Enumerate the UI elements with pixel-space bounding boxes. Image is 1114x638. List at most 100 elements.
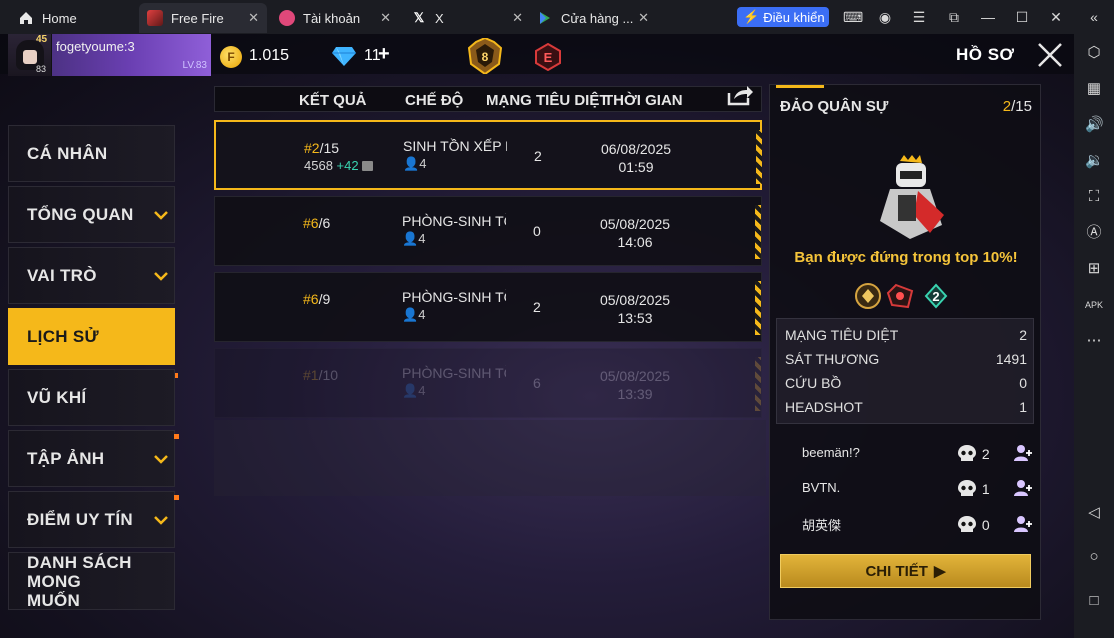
match-kills: 0 <box>533 223 541 239</box>
diamond-icon <box>332 47 356 66</box>
close-tab-icon[interactable]: ✕ <box>512 10 523 26</box>
volume-down-icon[interactable]: 🔉 <box>1085 152 1104 170</box>
add-screen-icon[interactable]: ⊞ <box>1085 260 1103 278</box>
home-nav-icon[interactable]: ○ <box>1085 548 1103 566</box>
details-label: CHI TIẾT <box>865 562 928 580</box>
play-store-icon <box>537 10 553 26</box>
match-rank: #6/6 <box>303 215 331 231</box>
table-header: KẾT QUẢ CHẾ ĐỘ MẠNG TIÊU DIỆT THỜI GIAN <box>214 86 762 112</box>
add-friend-icon[interactable] <box>1012 479 1032 497</box>
close-tab-icon[interactable]: ✕ <box>380 10 391 26</box>
row-stripe <box>756 130 762 184</box>
notification-dot <box>174 434 179 439</box>
row-stripe <box>755 357 761 411</box>
settings-icon[interactable]: ⬡ <box>1085 44 1103 62</box>
game-screen: 45 83 fogetyoume:3 LV.83 F 1.015 11 + 8 … <box>0 34 1074 638</box>
close-tab-icon[interactable]: ✕ <box>248 10 259 26</box>
auto-icon[interactable]: Ⓐ <box>1085 224 1103 242</box>
table-row[interactable]: #6/6 PHÒNG-SINH TỒN 👤4 0 05/08/202514:06 <box>214 196 762 266</box>
player-card[interactable]: 45 83 fogetyoume:3 LV.83 <box>8 34 211 76</box>
tab-home[interactable]: Home <box>10 3 130 33</box>
table-row[interactable]: #6/9 PHÒNG-SINH TỒN 👤4 2 05/08/202513:53 <box>214 272 762 342</box>
apk-icon[interactable]: APK <box>1085 296 1103 314</box>
gold-coin-icon: F <box>220 46 242 68</box>
maximize-icon[interactable]: ☐ <box>1014 9 1030 25</box>
stat-headshots: HEADSHOT 1 <box>785 399 1027 415</box>
close-window-icon[interactable]: ✕ <box>1048 9 1064 25</box>
add-friend-icon[interactable] <box>1012 444 1032 462</box>
menu-item-wishlist[interactable]: DANH SÁCH MONG MUỐN <box>8 552 175 610</box>
close-icon[interactable] <box>1036 41 1064 69</box>
stat-revives: CỨU BỒ 0 <box>785 375 1027 391</box>
tab-x[interactable]: 𝕏 X ✕ <box>403 3 531 33</box>
keyboard-icon[interactable]: ▦ <box>1085 80 1103 98</box>
teammate-kills: 1 <box>956 479 992 499</box>
column-kills: MẠNG TIÊU DIỆT <box>486 92 609 109</box>
screenshot-icon[interactable]: ⛶ <box>1085 188 1103 206</box>
recents-icon[interactable]: □ <box>1085 592 1103 610</box>
player-level: LV.83 <box>182 60 207 71</box>
menu-icon[interactable]: ☰ <box>911 9 927 25</box>
add-friend-icon[interactable] <box>1012 515 1032 533</box>
match-time: 06/08/2025 01:59 <box>600 141 672 175</box>
match-mode: PHÒNG-SINH TỒN <box>402 289 506 305</box>
rank-score: 4568 +42 <box>304 158 374 173</box>
player-name: fogetyoume:3 <box>56 39 135 54</box>
minimize-icon[interactable]: — <box>980 9 996 25</box>
teammate-kills: 0 <box>956 515 992 535</box>
map-name: ĐẢO QUÂN SỰ <box>780 98 889 115</box>
tab-account[interactable]: Tài khoản ✕ <box>271 3 399 33</box>
menu-label: CÁ NHÂN <box>27 143 108 163</box>
match-mode: SINH TỒN XẾP HẠNG <box>403 138 507 154</box>
volume-up-icon[interactable]: 🔊 <box>1085 116 1104 134</box>
details-button[interactable]: CHI TIẾT ▶ <box>780 554 1031 588</box>
match-rank: #6/9 <box>303 291 331 307</box>
menu-item-overview[interactable]: TỔNG QUAN <box>8 186 175 243</box>
tab-label: Home <box>42 10 77 26</box>
account-icon <box>279 10 295 26</box>
detail-rank: 2/15 <box>1002 98 1032 115</box>
tab-play-store[interactable]: Cửa hàng ... ✕ <box>529 3 657 33</box>
page-title: HỒ SƠ <box>956 45 1015 64</box>
collapse-sidebar-icon[interactable]: « <box>1086 9 1102 25</box>
notification-dot <box>174 495 179 500</box>
level-badge: 45 <box>36 34 48 45</box>
control-button[interactable]: ⚡ Điều khiển <box>737 7 829 27</box>
menu-item-personal[interactable]: CÁ NHÂN <box>8 125 175 182</box>
br-rank-emblem-icon[interactable]: 8 <box>466 38 504 74</box>
profile-icon[interactable]: ◉ <box>877 9 893 25</box>
menu-item-reputation[interactable]: ĐIỂM UY TÍN <box>8 491 179 548</box>
br-rank-tier: 8 <box>482 50 489 64</box>
column-time: THỜI GIAN <box>604 92 683 109</box>
back-icon[interactable]: ◁ <box>1085 504 1103 522</box>
column-result: KẾT QUẢ <box>299 92 367 109</box>
home-icon <box>18 10 34 26</box>
match-kills: 6 <box>533 375 541 391</box>
menu-item-history[interactable]: LỊCH SỬ <box>8 308 178 378</box>
menu-item-album[interactable]: TẬP ẢNH <box>8 430 179 487</box>
more-icon[interactable]: ⋯ <box>1085 332 1103 350</box>
add-diamond-button[interactable]: + <box>378 43 390 66</box>
menu-item-weapons[interactable]: VŨ KHÍ <box>8 369 175 426</box>
popout-icon[interactable]: ⧉ <box>946 9 962 25</box>
menu-label: TỔNG QUAN <box>27 204 134 224</box>
free-fire-icon <box>147 10 163 26</box>
person-icon: 👤 <box>402 307 419 322</box>
x-logo-icon: 𝕏 <box>413 10 425 25</box>
svg-text:2: 2 <box>932 289 939 304</box>
chevron-down-icon <box>154 451 168 465</box>
match-mode: PHÒNG-SINH TỒN <box>402 365 506 381</box>
menu-item-role[interactable]: VAI TRÒ <box>8 247 175 304</box>
menu-label: VAI TRÒ <box>27 265 97 285</box>
gamepad-icon[interactable]: ⌨ <box>843 9 863 25</box>
table-row[interactable]: #1/10 PHÒNG-SINH TỒN 👤4 6 05/08/202513:3… <box>214 348 762 418</box>
match-rank: #1/10 <box>303 367 339 383</box>
table-row[interactable]: #2/15 4568 +42 SINH TỒN XẾP HẠNG 👤4 2 06… <box>214 120 762 190</box>
close-tab-icon[interactable]: ✕ <box>638 10 649 26</box>
share-icon[interactable] <box>726 83 754 107</box>
tab-free-fire[interactable]: Free Fire ✕ <box>139 3 267 33</box>
cs-rank-emblem-icon[interactable]: E <box>534 43 562 71</box>
control-label: Điều khiển <box>763 9 825 25</box>
party-size: 👤4 <box>402 383 426 398</box>
row-stripe <box>755 205 761 259</box>
